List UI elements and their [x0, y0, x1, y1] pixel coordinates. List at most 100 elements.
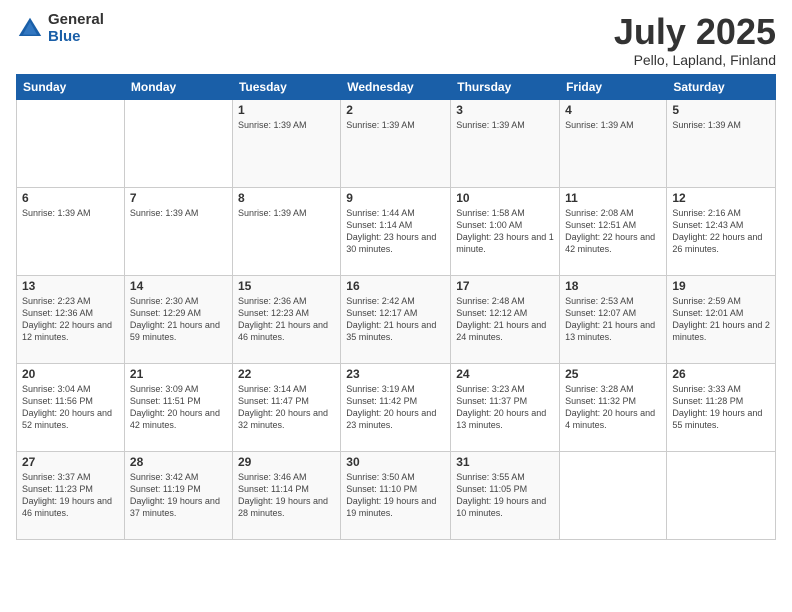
week-row-5: 27 Sunrise: 3:37 AM Sunset: 11:23 PM Dayl… — [17, 451, 776, 539]
day-info: Sunrise: 1:39 AM — [238, 119, 335, 131]
calendar-cell: 6 Sunrise: 1:39 AM — [17, 187, 125, 275]
day-number: 12 — [672, 191, 770, 205]
day-number: 27 — [22, 455, 119, 469]
day-info: Sunrise: 1:39 AM — [130, 207, 227, 219]
calendar-cell: 31Sunrise: 3:55 AM Sunset: 11:05 PM Dayl… — [451, 451, 560, 539]
logo-icon — [16, 15, 44, 43]
day-info: Sunrise: 1:39 AM — [456, 119, 554, 131]
calendar-cell: 12Sunrise: 2:16 AM Sunset: 12:43 AM Dayl… — [667, 187, 776, 275]
calendar-cell: 22 Sunrise: 3:14 AM Sunset: 11:47 PM Dayl… — [232, 363, 340, 451]
day-info: Sunrise: 3:37 AM Sunset: 11:23 PM Daylig… — [22, 471, 119, 520]
day-info: Sunrise: 1:39 AM — [346, 119, 445, 131]
day-number: 2 — [346, 103, 445, 117]
day-info: Sunrise: 2:08 AM Sunset: 12:51 AM Daylig… — [565, 207, 661, 256]
day-number: 7 — [130, 191, 227, 205]
calendar-cell: 14 Sunrise: 2:30 AM Sunset: 12:29 AM Dayl… — [124, 275, 232, 363]
header: General Blue July 2025 Pello, Lapland, F… — [16, 12, 776, 68]
day-info: Sunrise: 1:39 AM — [565, 119, 661, 131]
day-number: 17 — [456, 279, 554, 293]
day-info: Sunrise: 1:39 AM — [672, 119, 770, 131]
day-info: Sunrise: 3:14 AM Sunset: 11:47 PM Daylig… — [238, 383, 335, 432]
calendar-cell: 23 Sunrise: 3:19 AM Sunset: 11:42 PM Dayl… — [341, 363, 451, 451]
calendar-cell: 15Sunrise: 2:36 AM Sunset: 12:23 AM Dayl… — [232, 275, 340, 363]
calendar-cell: 4 Sunrise: 1:39 AM — [560, 99, 667, 187]
calendar-subtitle: Pello, Lapland, Finland — [614, 52, 776, 68]
day-number: 19 — [672, 279, 770, 293]
day-info: Sunrise: 1:44 AM Sunset: 1:14 AM Dayligh… — [346, 207, 445, 256]
calendar-cell — [17, 99, 125, 187]
day-number: 3 — [456, 103, 554, 117]
calendar-cell: 19Sunrise: 2:59 AM Sunset: 12:01 AM Dayl… — [667, 275, 776, 363]
week-row-3: 13Sunrise: 2:23 AM Sunset: 12:36 AM Dayl… — [17, 275, 776, 363]
day-number: 9 — [346, 191, 445, 205]
day-info: Sunrise: 2:53 AM Sunset: 12:07 AM Daylig… — [565, 295, 661, 344]
calendar-cell: 2 Sunrise: 1:39 AM — [341, 99, 451, 187]
day-info: Sunrise: 3:55 AM Sunset: 11:05 PM Daylig… — [456, 471, 554, 520]
day-number: 20 — [22, 367, 119, 381]
weekday-header-friday: Friday — [560, 74, 667, 99]
calendar-cell: 1 Sunrise: 1:39 AM — [232, 99, 340, 187]
calendar-cell: 16Sunrise: 2:42 AM Sunset: 12:17 AM Dayl… — [341, 275, 451, 363]
calendar-cell: 18Sunrise: 2:53 AM Sunset: 12:07 AM Dayl… — [560, 275, 667, 363]
week-row-4: 20 Sunrise: 3:04 AM Sunset: 11:56 PM Dayl… — [17, 363, 776, 451]
day-info: Sunrise: 1:39 AM — [22, 207, 119, 219]
day-number: 30 — [346, 455, 445, 469]
day-number: 6 — [22, 191, 119, 205]
day-number: 5 — [672, 103, 770, 117]
day-info: Sunrise: 2:36 AM Sunset: 12:23 AM Daylig… — [238, 295, 335, 344]
calendar-cell: 29Sunrise: 3:46 AM Sunset: 11:14 PM Dayl… — [232, 451, 340, 539]
calendar-cell: 25 Sunrise: 3:28 AM Sunset: 11:32 PM Dayl… — [560, 363, 667, 451]
day-info: Sunrise: 3:04 AM Sunset: 11:56 PM Daylig… — [22, 383, 119, 432]
week-row-1: 1 Sunrise: 1:39 AM 2 Sunrise: 1:39 AM 3 Sunri… — [17, 99, 776, 187]
weekday-header-row: SundayMondayTuesdayWednesdayThursdayFrid… — [17, 74, 776, 99]
day-number: 10 — [456, 191, 554, 205]
weekday-header-wednesday: Wednesday — [341, 74, 451, 99]
day-info: Sunrise: 2:48 AM Sunset: 12:12 AM Daylig… — [456, 295, 554, 344]
calendar-cell: 8Sunrise: 1:39 AM — [232, 187, 340, 275]
calendar-cell — [667, 451, 776, 539]
day-number: 28 — [130, 455, 227, 469]
day-info: Sunrise: 1:39 AM — [238, 207, 335, 219]
calendar-cell: 28 Sunrise: 3:42 AM Sunset: 11:19 PM Dayl… — [124, 451, 232, 539]
logo-blue-text: Blue — [48, 29, 104, 46]
day-number: 23 — [346, 367, 445, 381]
weekday-header-tuesday: Tuesday — [232, 74, 340, 99]
day-info: Sunrise: 3:28 AM Sunset: 11:32 PM Daylig… — [565, 383, 661, 432]
day-info: Sunrise: 3:46 AM Sunset: 11:14 PM Daylig… — [238, 471, 335, 520]
day-info: Sunrise: 2:30 AM Sunset: 12:29 AM Daylig… — [130, 295, 227, 344]
calendar-cell: 11Sunrise: 2:08 AM Sunset: 12:51 AM Dayl… — [560, 187, 667, 275]
calendar-cell: 30 Sunrise: 3:50 AM Sunset: 11:10 PM Dayl… — [341, 451, 451, 539]
week-row-2: 6Sunrise: 1:39 AM7Sunrise: 1:39 AM8Sunri… — [17, 187, 776, 275]
day-number: 25 — [565, 367, 661, 381]
calendar-cell — [124, 99, 232, 187]
weekday-header-monday: Monday — [124, 74, 232, 99]
day-number: 22 — [238, 367, 335, 381]
calendar-cell — [560, 451, 667, 539]
calendar-cell: 7 Sunrise: 1:39 AM — [124, 187, 232, 275]
day-number: 4 — [565, 103, 661, 117]
day-number: 26 — [672, 367, 770, 381]
day-info: Sunrise: 3:19 AM Sunset: 11:42 PM Daylig… — [346, 383, 445, 432]
day-info: Sunrise: 2:42 AM Sunset: 12:17 AM Daylig… — [346, 295, 445, 344]
logo: General Blue — [16, 12, 104, 45]
calendar-cell: 3 Sunrise: 1:39 AM — [451, 99, 560, 187]
day-number: 24 — [456, 367, 554, 381]
calendar-cell: 20 Sunrise: 3:04 AM Sunset: 11:56 PM Dayl… — [17, 363, 125, 451]
day-number: 1 — [238, 103, 335, 117]
day-number: 21 — [130, 367, 227, 381]
calendar-cell: 21 Sunrise: 3:09 AM Sunset: 11:51 PM Dayl… — [124, 363, 232, 451]
weekday-header-sunday: Sunday — [17, 74, 125, 99]
day-info: Sunrise: 3:33 AM Sunset: 11:28 PM Daylig… — [672, 383, 770, 432]
calendar-cell: 26 Sunrise: 3:33 AM Sunset: 11:28 PM Dayl… — [667, 363, 776, 451]
calendar-cell: 24Sunrise: 3:23 AM Sunset: 11:37 PM Dayl… — [451, 363, 560, 451]
day-info: Sunrise: 3:42 AM Sunset: 11:19 PM Daylig… — [130, 471, 227, 520]
day-number: 14 — [130, 279, 227, 293]
calendar-cell: 17 Sunrise: 2:48 AM Sunset: 12:12 AM Dayl… — [451, 275, 560, 363]
day-info: Sunrise: 3:09 AM Sunset: 11:51 PM Daylig… — [130, 383, 227, 432]
day-info: Sunrise: 2:23 AM Sunset: 12:36 AM Daylig… — [22, 295, 119, 344]
day-info: Sunrise: 3:50 AM Sunset: 11:10 PM Daylig… — [346, 471, 445, 520]
logo-general-text: General — [48, 12, 104, 29]
weekday-header-thursday: Thursday — [451, 74, 560, 99]
title-block: July 2025 Pello, Lapland, Finland — [614, 12, 776, 68]
calendar-cell: 27 Sunrise: 3:37 AM Sunset: 11:23 PM Dayl… — [17, 451, 125, 539]
